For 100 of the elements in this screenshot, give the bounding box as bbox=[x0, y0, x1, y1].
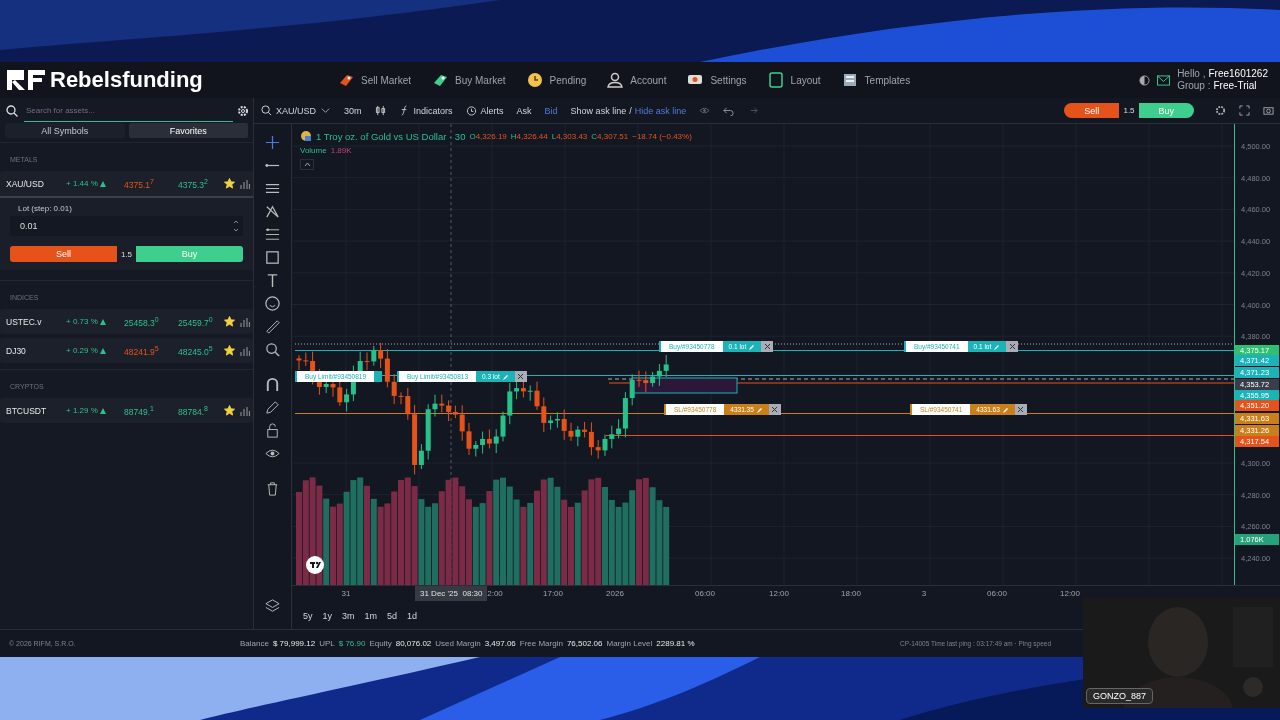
star-icon[interactable] bbox=[224, 316, 235, 327]
coin-icon bbox=[300, 130, 312, 142]
tab[interactable]: Favorites bbox=[128, 123, 248, 138]
undo-icon[interactable] bbox=[723, 105, 735, 116]
star-icon[interactable] bbox=[224, 405, 235, 416]
nav-item[interactable]: Layout bbox=[766, 71, 821, 89]
contrast-icon[interactable] bbox=[1139, 74, 1151, 86]
clock-icon bbox=[525, 71, 544, 89]
close-icon bbox=[1008, 343, 1016, 350]
settings-icon[interactable] bbox=[1215, 105, 1226, 116]
crosshair-icon[interactable] bbox=[264, 134, 281, 151]
close-button[interactable] bbox=[1006, 341, 1019, 352]
symbol-selector[interactable]: XAU/USD bbox=[261, 105, 331, 116]
nav-item[interactable]: Buy Market bbox=[431, 71, 506, 89]
tab[interactable]: All Symbols bbox=[5, 123, 125, 138]
time-label: 2:00 bbox=[487, 589, 503, 599]
parallel-lines-icon[interactable] bbox=[264, 226, 281, 243]
bar-chart-icon[interactable] bbox=[240, 405, 250, 416]
range-button[interactable]: 3m bbox=[342, 611, 355, 622]
stat-label: Balance bbox=[240, 639, 269, 648]
time-label: 31 bbox=[341, 589, 351, 599]
frame-icon[interactable] bbox=[264, 249, 281, 266]
smiley-icon[interactable] bbox=[264, 295, 281, 312]
price-source-toggle[interactable]: Bid bbox=[544, 105, 558, 116]
alarm-clock-icon bbox=[465, 105, 477, 116]
hide-ask-line-link[interactable]: Hide ask line bbox=[634, 105, 687, 116]
crosshair-time-label: 31 Dec '25 08:30 bbox=[415, 586, 488, 602]
range-button[interactable]: 1m bbox=[364, 611, 378, 622]
magnet-icon[interactable] bbox=[264, 376, 281, 393]
time-label: 3 bbox=[921, 589, 927, 599]
time-label: 12:00 bbox=[769, 589, 789, 599]
indicators-button[interactable]: Indicators bbox=[398, 105, 453, 116]
spinner-icon[interactable] bbox=[229, 216, 243, 236]
range-button[interactable]: 5y bbox=[303, 611, 313, 622]
pencil-icon[interactable] bbox=[264, 399, 281, 416]
lot-field[interactable]: 0.01 bbox=[10, 216, 229, 236]
ruler-icon[interactable] bbox=[264, 318, 281, 335]
asset-symbol: BTCUSDT bbox=[6, 405, 48, 416]
asset-change: + 0.29 % bbox=[66, 346, 98, 355]
close-button[interactable] bbox=[1014, 404, 1027, 415]
nav-item[interactable]: Sell Market bbox=[337, 71, 411, 89]
volume-label: Volume bbox=[300, 146, 327, 155]
pencil-icon bbox=[994, 343, 1001, 350]
show-ask-line-link[interactable]: Show ask line bbox=[570, 105, 627, 116]
candlestick-icon[interactable] bbox=[374, 105, 386, 116]
asset-row[interactable]: DJ30 + 0.29 % 48241.9$^{5}$ 48245.0$^{5}$ bbox=[0, 338, 253, 363]
nodes-icon[interactable] bbox=[264, 203, 281, 220]
asset-symbol: DJ30 bbox=[6, 345, 27, 356]
range-button[interactable]: 1y bbox=[322, 611, 333, 622]
lock-icon[interactable] bbox=[264, 422, 281, 439]
ask-price: 25459.7$^{0}$ bbox=[178, 315, 214, 328]
close-button[interactable] bbox=[761, 341, 774, 352]
star-icon[interactable] bbox=[224, 345, 235, 356]
range-button[interactable]: 1d bbox=[407, 611, 418, 622]
fullscreen-icon[interactable] bbox=[1239, 105, 1250, 116]
time-label: 06:00 bbox=[695, 589, 715, 599]
nav-item[interactable]: Pending bbox=[525, 71, 587, 89]
bar-chart-icon[interactable] bbox=[240, 345, 250, 356]
asset-row[interactable]: XAU/USD + 1.44 % 4375.1$^{7}$ 4375.3$^{2}$ bbox=[0, 171, 253, 198]
price-change: −18.74 (−0.43%) bbox=[632, 131, 692, 141]
greeting-text: Hello , bbox=[1177, 68, 1206, 80]
stat-value: $ 79,999.12 bbox=[272, 639, 316, 648]
time-label: 18:00 bbox=[841, 589, 861, 599]
sell-button[interactable]: Sell bbox=[1064, 103, 1120, 118]
layers-icon[interactable] bbox=[264, 598, 281, 615]
range-button[interactable]: 5d bbox=[387, 611, 398, 622]
chart-title: 1 Troy oz. of Gold vs US Dollar · 30 bbox=[316, 130, 466, 142]
bar-chart-icon[interactable] bbox=[240, 316, 250, 327]
interval-button[interactable]: 30m bbox=[344, 105, 362, 116]
alerts-button[interactable]: Alerts bbox=[465, 105, 504, 116]
nav-item[interactable]: Settings bbox=[686, 71, 747, 89]
up-triangle-icon bbox=[99, 318, 106, 325]
camera-icon[interactable] bbox=[1263, 105, 1274, 116]
bid-price: 88749.$^{1}$ bbox=[124, 404, 155, 417]
nav-item[interactable]: Templates bbox=[840, 71, 911, 89]
search-field[interactable]: Search for assets... bbox=[24, 99, 233, 122]
stat-value: 2289.81 % bbox=[656, 639, 695, 648]
separator-text: / bbox=[629, 105, 632, 116]
asset-row[interactable]: USTEC.v + 0.73 % 25458.3$^{0}$ 25459.7$^{0}$ bbox=[0, 309, 253, 334]
search-icon bbox=[6, 104, 18, 117]
time-label: 06:00 bbox=[987, 589, 1007, 599]
order-tag-handle[interactable] bbox=[374, 371, 383, 382]
close-button[interactable] bbox=[514, 371, 527, 382]
star-icon[interactable] bbox=[224, 178, 235, 189]
ask-price: 88784.$^{8}$ bbox=[178, 404, 209, 417]
sell-button[interactable]: Sell bbox=[10, 246, 117, 262]
zoom-icon[interactable] bbox=[264, 341, 281, 358]
caret-icon bbox=[303, 162, 311, 167]
group-name: Free-Trial bbox=[1213, 80, 1257, 92]
mail-icon[interactable] bbox=[1156, 74, 1172, 86]
asset-row[interactable]: BTCUSDT + 1.29 % 88749.$^{1}$ 88784.$^{8}$ bbox=[0, 398, 253, 423]
asset-symbol: XAU/USD bbox=[6, 178, 45, 189]
price-source-toggle[interactable]: Ask bbox=[516, 105, 532, 116]
bar-chart-icon[interactable] bbox=[240, 178, 250, 189]
pencil-icon bbox=[756, 406, 763, 413]
collapse-button[interactable] bbox=[300, 159, 314, 170]
asset-change: + 1.44 % bbox=[66, 179, 98, 188]
close-button[interactable] bbox=[768, 404, 781, 415]
nav-item[interactable]: Account bbox=[606, 71, 667, 89]
bid-price: 4375.1$^{7}$ bbox=[124, 177, 155, 190]
